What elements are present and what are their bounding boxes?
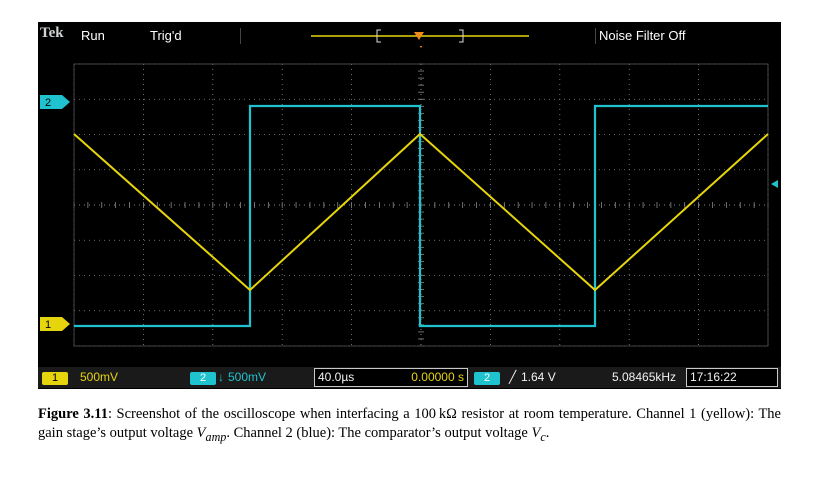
acquisition-state[interactable]: Run [81,28,105,43]
var-vc: V [531,425,541,441]
time-per-div: 40.0µs [318,370,355,384]
record-position-bar [240,28,596,44]
ch1-badge: 1 [42,372,68,385]
clock-time: 17:16:22 [690,370,737,384]
ch1-scale: 500mV [80,370,119,384]
ch2-readout[interactable]: 2 ↓ 500mV [188,368,308,387]
trigger-readout[interactable]: 2 ╱ 1.64 V 5.08465kHz [472,368,687,387]
figure-caption: Figure 3.11: Screenshot of the oscillosc… [38,405,781,447]
ch2-ground-marker-arrow [62,95,70,109]
trigger-level-marker [771,180,778,188]
trigger-level: 1.64 V [521,370,556,384]
trigger-slope-icon: ╱ [509,370,517,384]
var-vamp-sub: amp [205,429,227,444]
trigger-position-marker [419,46,423,48]
oscilloscope-screen: Tek Run Trig'd Noise Filter Off 21 1 500… [38,22,781,389]
timebase-readout[interactable]: 40.0µs 0.00000 s [314,368,468,387]
brand-logo: Tek [40,25,64,41]
noise-filter-status[interactable]: Noise Filter Off [599,28,685,43]
ch2-coupling-icon: ↓ [218,370,224,384]
trigger-position: 0.00000 s [411,370,464,384]
top-status-bar: Tek Run Trig'd Noise Filter Off [38,25,781,44]
clock-readout: 17:16:22 [686,368,778,387]
bottom-readout-bar: 1 500mV 2 ↓ 500mV 40.0µs 0.00000 s 2 ╱ 1… [38,367,781,388]
ch1-ground-marker-arrow [62,317,70,331]
channel-2-waveform [74,104,768,328]
caption-text-b: . Channel 2 (blue): The comparator’s out… [226,425,532,441]
ch1-ground-marker-text: 1 [45,319,51,331]
figure-label: Figure 3.11 [38,406,108,422]
frequency-readout: 5.08465kHz [612,370,677,384]
record-view-indicator [311,29,529,43]
trigger-status: Trig'd [150,28,182,43]
trigger-source-badge: 2 [474,372,500,385]
ch1-readout[interactable]: 1 500mV [38,368,144,387]
var-vamp: V [196,425,206,441]
ch2-ground-marker-text: 2 [45,97,51,109]
caption-text-c: . [545,425,550,441]
graticule-plot: 21 [40,46,778,347]
ch2-scale: 500mV [228,370,267,384]
waveform-markers: 21 [40,46,778,331]
ch2-square-wave [74,104,768,328]
ch2-badge: 2 [190,372,216,385]
